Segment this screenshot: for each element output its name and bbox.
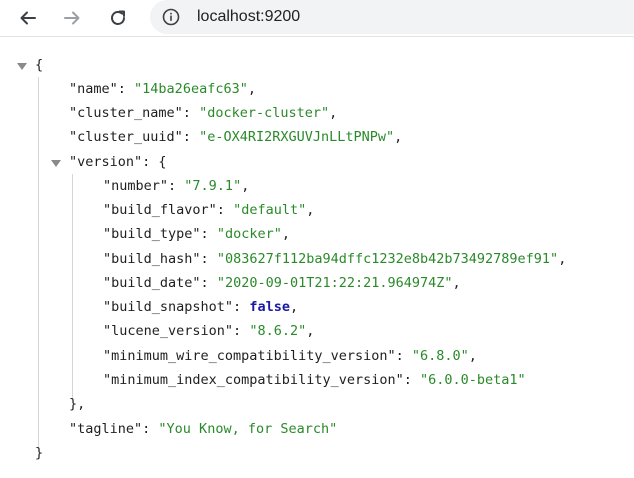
- json-line-name: "name": "14ba26eafc63",: [69, 81, 256, 97]
- json-line-tagline: "tagline": "You Know, for Search": [69, 421, 338, 437]
- json-line-version: "version": {: [69, 154, 167, 170]
- address-bar[interactable]: localhost:9200: [150, 0, 634, 34]
- json-line-min-wire-version: "minimum_wire_compatibility_version": "6…: [103, 348, 477, 364]
- collapse-root-toggle[interactable]: [17, 63, 27, 70]
- root-open-brace: {: [35, 57, 44, 73]
- url-text[interactable]: localhost:9200: [197, 7, 300, 27]
- forward-button[interactable]: [58, 4, 86, 32]
- json-line-build-date: "build_date": "2020-09-01T21:22:21.96497…: [103, 275, 461, 291]
- indent-guide-root: [38, 77, 39, 447]
- json-line-build-flavor: "build_flavor": "default",: [103, 202, 315, 218]
- version-close-brace: },: [69, 396, 86, 412]
- json-line-build-hash: "build_hash": "083627f112ba94dffc1232e8b…: [103, 251, 567, 267]
- indent-guide-version: [72, 174, 73, 399]
- json-line-cluster-name: "cluster_name": "docker-cluster",: [69, 105, 338, 121]
- json-line-min-index-version: "minimum_index_compatibility_version": "…: [103, 372, 526, 388]
- browser-toolbar: localhost:9200: [0, 0, 634, 37]
- json-line-build-snapshot: "build_snapshot": false,: [103, 299, 299, 315]
- collapse-version-toggle[interactable]: [51, 160, 61, 167]
- json-line-build-type: "build_type": "docker",: [103, 226, 290, 242]
- root-close-brace: }: [35, 445, 44, 461]
- info-circle-icon[interactable]: [162, 8, 180, 26]
- back-button[interactable]: [14, 4, 42, 32]
- json-line-cluster-uuid: "cluster_uuid": "e-OX4RI2RXGUVJnLLtPNPw"…: [69, 129, 403, 145]
- reload-button[interactable]: [104, 4, 132, 32]
- json-line-number: "number": "7.9.1",: [103, 178, 250, 194]
- arrow-right-icon: [64, 11, 80, 25]
- reload-icon: [111, 10, 125, 25]
- json-line-lucene-version: "lucene_version": "8.6.2",: [103, 323, 315, 339]
- arrow-left-icon: [20, 11, 36, 25]
